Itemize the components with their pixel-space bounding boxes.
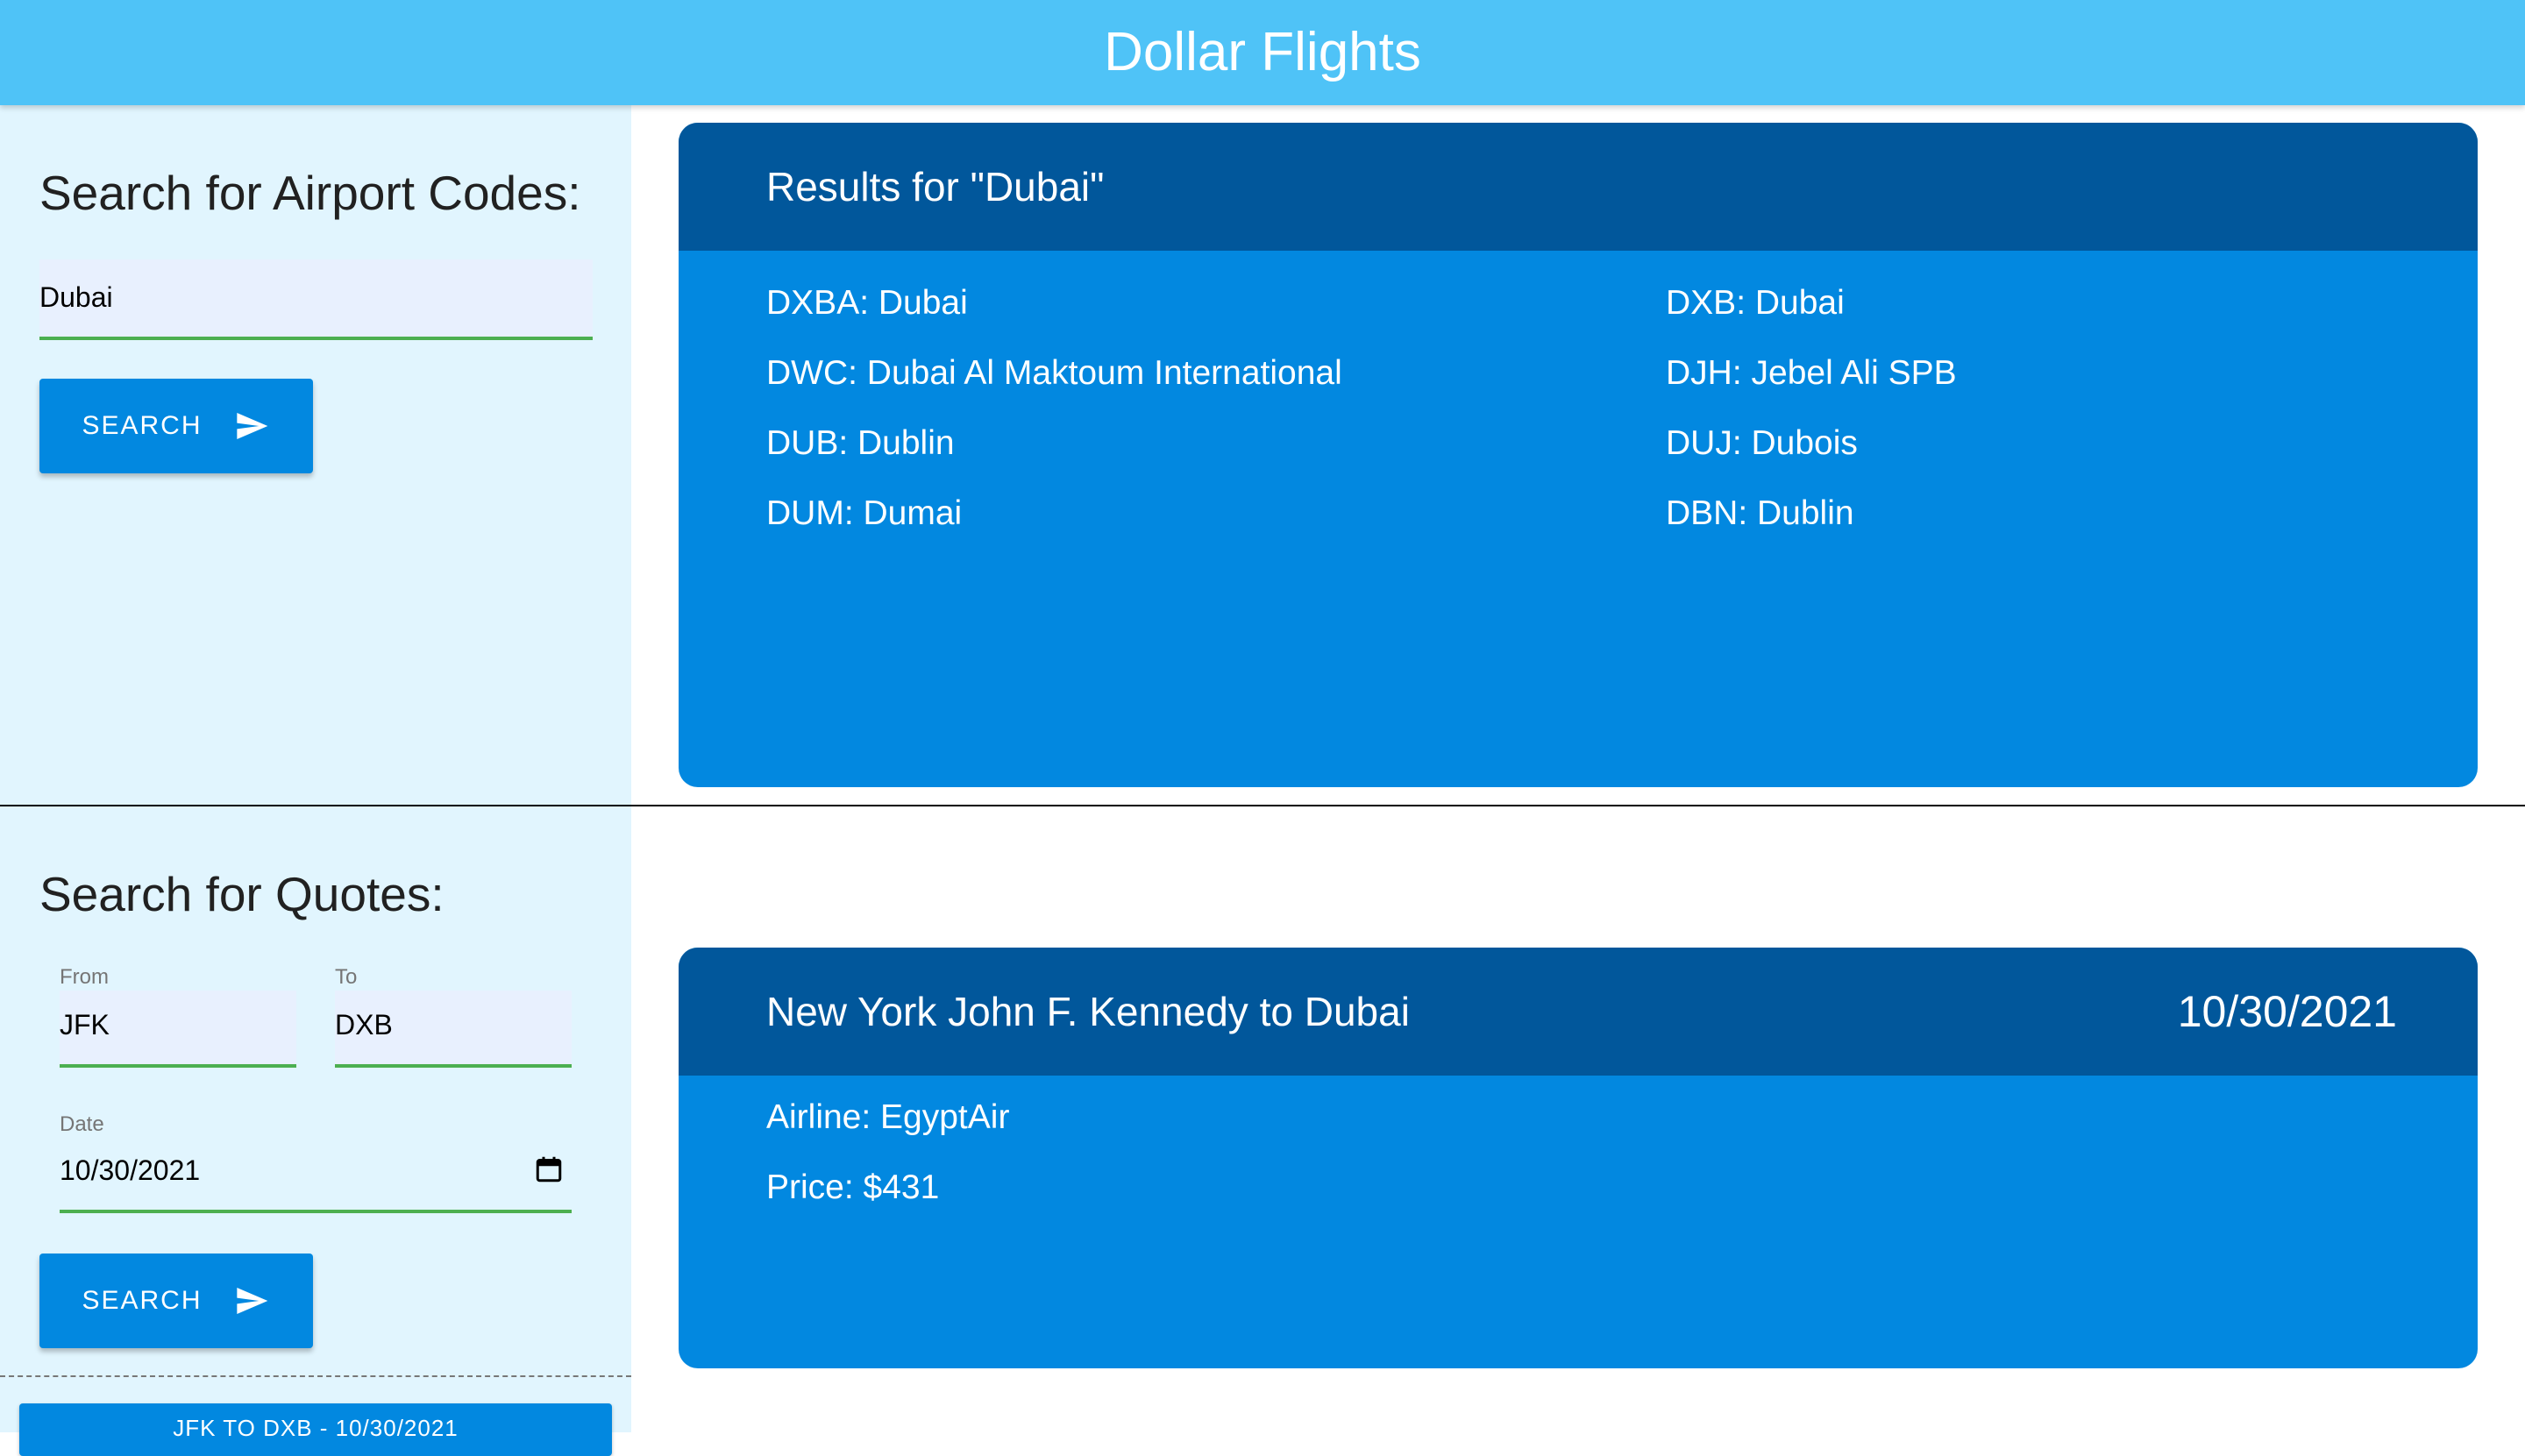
app-title: Dollar Flights xyxy=(1104,22,1421,82)
airport-search-title: Search for Airport Codes: xyxy=(39,166,581,220)
from-field[interactable]: JFK xyxy=(60,991,296,1068)
airport-results-card: Results for "Dubai" DXBA: Dubai DXB: Dub… xyxy=(679,123,2478,787)
airport-results-title: Results for "Dubai" xyxy=(766,164,1105,210)
airport-result-item: DXBA: Dubai xyxy=(766,284,968,322)
airport-result-item: DUM: Dumai xyxy=(766,494,963,532)
airport-results-list: DXBA: Dubai DXB: Dubai DWC: Dubai Al Mak… xyxy=(766,268,2450,549)
quote-search-button[interactable]: SEARCH xyxy=(39,1254,313,1348)
date-value: 10/30/2021 xyxy=(60,1154,201,1186)
date-field[interactable]: 10/30/2021 xyxy=(60,1140,572,1213)
airport-search-button[interactable]: SEARCH xyxy=(39,379,313,473)
airport-search-value: Dubai xyxy=(39,281,113,313)
to-label: To xyxy=(335,965,358,989)
quote-route: New York John F. Kennedy to Dubai xyxy=(766,989,1410,1034)
airport-result-item: DWC: Dubai Al Maktoum International xyxy=(766,354,1342,392)
send-icon xyxy=(236,1288,267,1314)
airport-result-item: DXB: Dubai xyxy=(1666,284,1845,322)
history-separator xyxy=(0,1375,631,1377)
quote-date: 10/30/2021 xyxy=(2177,987,2397,1036)
quote-result-card: New York John F. Kennedy to Dubai 10/30/… xyxy=(679,948,2478,1368)
quote-price: Price: $431 xyxy=(766,1168,940,1206)
app-header: Dollar Flights xyxy=(0,0,2525,105)
quote-search-button-label: SEARCH xyxy=(82,1286,203,1315)
calendar-icon[interactable] xyxy=(533,1154,565,1185)
airport-results-header: Results for "Dubai" xyxy=(679,123,2478,251)
from-value: JFK xyxy=(60,1009,110,1041)
quote-search-title: Search for Quotes: xyxy=(39,867,445,921)
airport-search-input[interactable]: Dubai xyxy=(39,259,593,340)
airport-search-button-label: SEARCH xyxy=(82,411,203,440)
quote-result-header: New York John F. Kennedy to Dubai 10/30/… xyxy=(679,948,2478,1076)
airport-result-item: DUB: Dublin xyxy=(766,424,955,462)
from-label: From xyxy=(60,965,109,989)
search-history-item[interactable]: JFK TO DXB - 10/30/2021 xyxy=(19,1403,612,1456)
date-label: Date xyxy=(60,1112,104,1136)
quote-airline: Airline: EgyptAir xyxy=(766,1098,1010,1136)
airport-result-item: DBN: Dublin xyxy=(1666,494,1854,532)
airport-result-item: DJH: Jebel Ali SPB xyxy=(1666,354,1957,392)
to-value: DXB xyxy=(335,1009,393,1041)
section-divider xyxy=(0,805,2525,806)
airport-result-item: DUJ: Dubois xyxy=(1666,424,1858,462)
send-icon xyxy=(236,413,267,439)
to-field[interactable]: DXB xyxy=(335,991,572,1068)
